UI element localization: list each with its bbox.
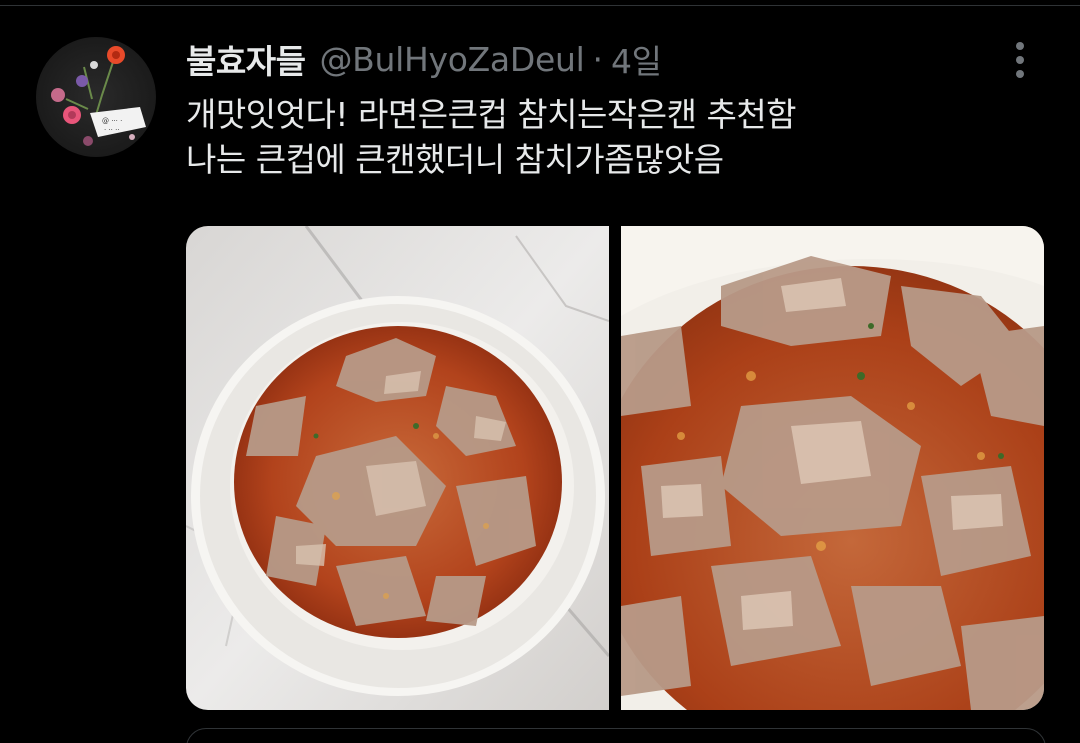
more-dot (1016, 42, 1024, 50)
avatar[interactable]: @ ··· · · ·· ·· (36, 37, 156, 157)
tweet-text-line: 나는 큰컵에 큰캔했더니 참치가좀많앗음 (186, 140, 724, 179)
more-options-icon[interactable] (1000, 38, 1040, 82)
svg-text:@ ··· ·: @ ··· · (102, 117, 122, 125)
tweet-page: @ ··· · · ·· ·· 불효자들 @BulHyoZaDeul · 4일 … (0, 0, 1080, 743)
ramen-cup-closeup-image (621, 226, 1044, 710)
top-divider (0, 5, 1080, 6)
separator-dot: · (592, 39, 603, 79)
next-card-edge (186, 728, 1046, 743)
avatar-image: @ ··· · · ·· ·· (51, 46, 146, 146)
tweet-media-grid (186, 226, 1044, 710)
tweet-timestamp[interactable]: 4일 (611, 35, 662, 83)
tweet-text: 개맛잇엇다! 라면은큰컵 참치는작은캔 추천함 나는 큰컵에 큰캔했더니 참치가… (186, 92, 1046, 182)
tweet-header: 불효자들 @BulHyoZaDeul · 4일 (186, 34, 662, 84)
svg-text:· ·· ··: · ·· ·· (104, 126, 120, 134)
media-photo-right[interactable] (621, 226, 1044, 710)
tweet-text-line: 개맛잇엇다! 라면은큰컵 참치는작은캔 추천함 (186, 95, 797, 134)
user-handle[interactable]: @BulHyoZaDeul (319, 40, 584, 79)
more-dot (1016, 70, 1024, 78)
ramen-cup-top-view-image (186, 226, 609, 710)
more-dot (1016, 56, 1024, 64)
display-name[interactable]: 불효자들 (186, 35, 306, 83)
media-photo-left[interactable] (186, 226, 609, 710)
